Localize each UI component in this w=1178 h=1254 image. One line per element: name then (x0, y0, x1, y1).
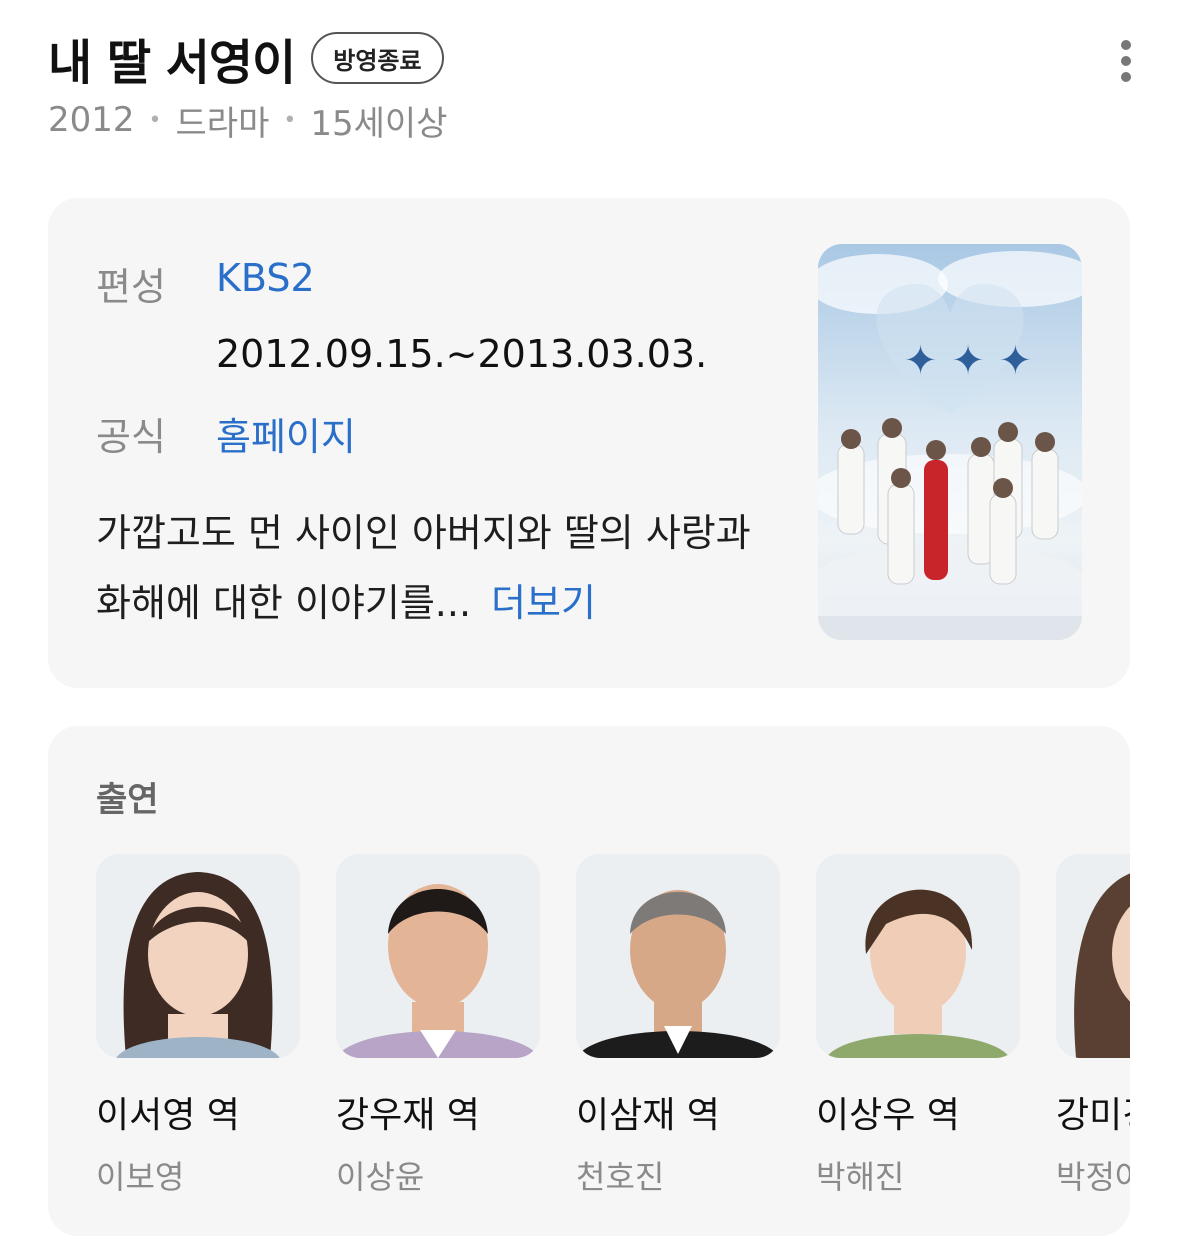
cast-photo[interactable] (576, 854, 780, 1058)
more-options-icon[interactable] (1108, 36, 1144, 86)
description-text: 가깝고도 먼 사이인 아버지와 딸의 사랑과 화해에 대한 이야기를... (96, 511, 751, 625)
poster-illustration: ✦ ✦ ✦ (818, 251, 1082, 640)
separator-dot: • (283, 107, 297, 133)
cast-photo[interactable] (1056, 854, 1130, 1058)
cast-role: 강미경 역 (1056, 1095, 1130, 1136)
cast-item[interactable]: 강미경 역 박정아 (1056, 854, 1130, 1198)
description: 가깝고도 먼 사이인 아버지와 딸의 사랑과 화해에 대한 이야기를... 더보기 (96, 498, 776, 638)
title-row: 내 딸 서영이 방영종료 (48, 22, 444, 94)
meta-genre: 드라마 (175, 103, 270, 144)
person-portrait-icon (96, 854, 300, 1058)
person-portrait-icon (336, 854, 540, 1058)
drama-info-page: 내 딸 서영이 방영종료 2012 • 드라마 • 15세이상 편성 KBS2 … (0, 0, 1178, 1254)
cast-actor: 이상윤 (336, 1158, 425, 1196)
dot (1121, 56, 1131, 66)
dot (1121, 40, 1131, 50)
poster-image[interactable]: ✦ ✦ ✦ (818, 244, 1082, 640)
person-portrait-icon (816, 854, 1020, 1058)
cast-item[interactable]: 이상우 역 박해진 (816, 854, 1020, 1198)
page-title: 내 딸 서영이 (48, 35, 296, 91)
meta-row: 2012 • 드라마 • 15세이상 (48, 96, 447, 144)
cast-photo[interactable] (336, 854, 540, 1058)
homepage-link[interactable]: 홈페이지 (216, 406, 356, 461)
meta-year: 2012 (48, 100, 135, 140)
dot (1121, 72, 1131, 82)
cast-item[interactable]: 이삼재 역 천호진 (576, 854, 780, 1198)
person-portrait-icon (1056, 854, 1130, 1058)
airing-period: 2012.09.15.~2013.03.03. (216, 332, 708, 376)
info-card: 편성 KBS2 2012.09.15.~2013.03.03. 공식 홈페이지 … (48, 198, 1130, 688)
cast-actor: 박정아 (1056, 1158, 1130, 1196)
cast-role: 이삼재 역 (576, 1095, 720, 1136)
cast-actor: 천호진 (576, 1158, 665, 1196)
channel-link[interactable]: KBS2 (216, 256, 315, 300)
cast-card: 출연 이서영 역 이보영 강우재 역 이상윤 이삼재 역 천호진 이상우 역 박… (48, 726, 1130, 1236)
cast-actor: 박해진 (816, 1158, 905, 1196)
cast-role: 강우재 역 (336, 1095, 480, 1136)
person-portrait-icon (576, 854, 780, 1058)
cast-role: 이상우 역 (816, 1095, 960, 1136)
channel-label: 편성 (96, 265, 166, 309)
cast-actor: 이보영 (96, 1158, 185, 1196)
meta-rating: 15세이상 (310, 103, 448, 144)
cast-item[interactable]: 강우재 역 이상윤 (336, 854, 540, 1198)
status-badge: 방영종료 (311, 32, 444, 84)
cast-photo[interactable] (816, 854, 1020, 1058)
cast-photo[interactable] (96, 854, 300, 1058)
cast-item[interactable]: 이서영 역 이보영 (96, 854, 300, 1198)
cast-role: 이서영 역 (96, 1095, 240, 1136)
more-link[interactable]: 더보기 (491, 581, 596, 625)
svg-text:✦ ✦ ✦: ✦ ✦ ✦ (904, 338, 1032, 384)
cast-heading: 출연 (96, 780, 159, 820)
separator-dot: • (148, 107, 162, 133)
official-label: 공식 (96, 415, 166, 459)
